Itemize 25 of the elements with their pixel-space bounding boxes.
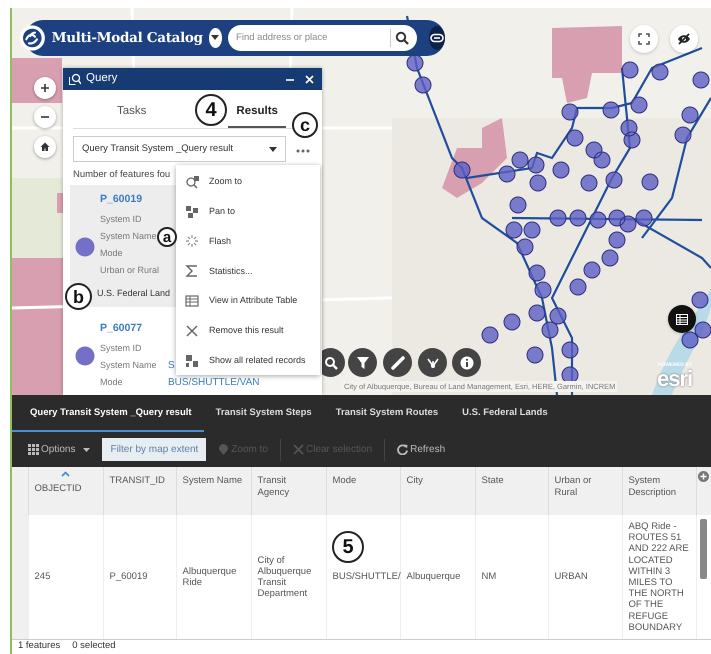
table-cell: URBAN — [548, 515, 622, 639]
table-cell: City of Albuquerque Transit Department — [251, 515, 326, 639]
table-cell: NM — [475, 515, 548, 639]
result-title: P_60077 — [100, 321, 142, 336]
field-value: BUS/SHUTTLE/VAN — [168, 376, 260, 390]
table-cell: 245 — [28, 515, 103, 639]
field-label: System Name — [100, 358, 157, 372]
table-cell: P_60019 — [103, 515, 176, 639]
field-label: System ID — [100, 342, 142, 355]
feature-count: Number of features fou — [73, 168, 170, 182]
panel-title: Query — [86, 71, 118, 86]
field-label: System ID — [100, 212, 142, 226]
selection-count: 0 selected — [72, 639, 116, 654]
field-label: Urban or Rural — [100, 264, 160, 277]
app-title: Multi-Modal Catalog — [52, 28, 203, 48]
field-label: Mode — [100, 376, 123, 388]
table-cell: ABQ Ride - ROUTES 51 AND 222 ARE LOCATED WITHIN 3 MILES TO THE NORTH OF THE REFUGE BOUNDARY — [622, 515, 696, 639]
logo-text: esri — [657, 368, 692, 390]
field-label: System Name — [100, 230, 157, 243]
table-cell: Albuquerque Ride — [176, 515, 251, 639]
field-label: Mode — [100, 246, 123, 260]
table-cell: Albuquerque — [400, 515, 475, 639]
result-title: P_60019 — [100, 192, 142, 208]
feature-count: 1 features — [18, 639, 60, 654]
field-value: S — [168, 358, 175, 373]
